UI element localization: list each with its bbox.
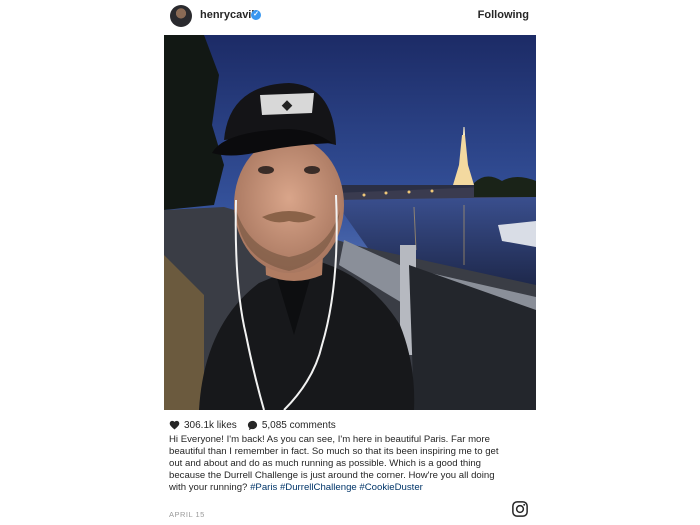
post-date: APRIL 15 xyxy=(169,510,205,519)
post-header: henrycavill ✓ Following xyxy=(164,0,536,34)
speech-bubble-icon[interactable] xyxy=(247,420,258,431)
avatar[interactable] xyxy=(170,5,192,27)
verified-badge-icon: ✓ xyxy=(251,10,261,20)
instagram-post: henrycavill ✓ Following ◆ 306.1k likes 5… xyxy=(164,0,536,525)
comments-count[interactable]: 5,085 comments xyxy=(262,420,336,431)
hashtag-cookie-duster[interactable]: #CookieDuster xyxy=(359,482,422,493)
svg-text:◆: ◆ xyxy=(281,97,293,112)
post-photo[interactable]: ◆ xyxy=(164,35,536,410)
instagram-logo-icon[interactable] xyxy=(511,500,529,518)
username[interactable]: henrycavill xyxy=(200,9,257,21)
hashtag-paris[interactable]: #Paris xyxy=(250,482,277,493)
heart-icon[interactable] xyxy=(169,420,180,430)
post-stats: 306.1k likes 5,085 comments xyxy=(169,418,336,432)
following-button[interactable]: Following xyxy=(478,9,529,21)
hashtag-durrell-challenge[interactable]: #DurrellChallenge xyxy=(280,482,357,493)
likes-count[interactable]: 306.1k likes xyxy=(184,420,237,431)
caption: Hi Everyone! I'm back! As you can see, I… xyxy=(169,434,509,494)
